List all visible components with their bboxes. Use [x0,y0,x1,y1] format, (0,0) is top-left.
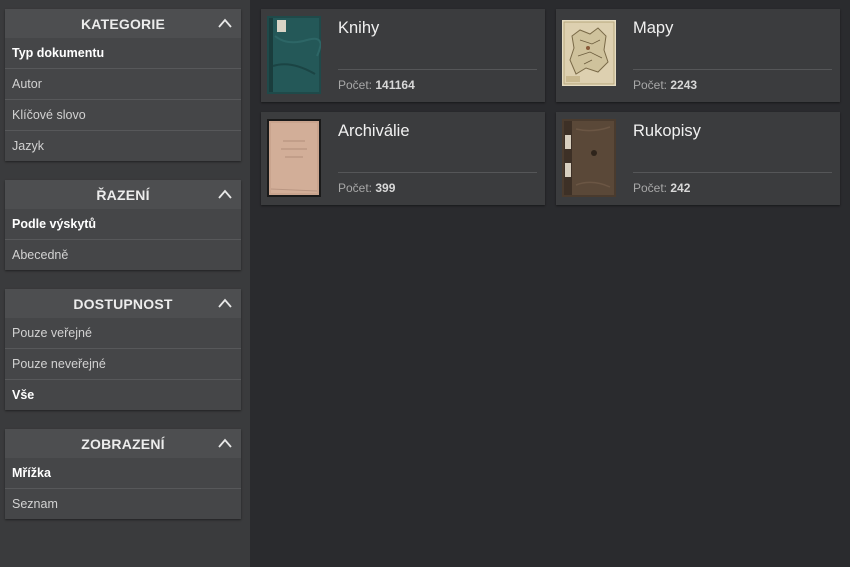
panel-dostupnost-title: DOSTUPNOST [73,295,173,312]
card-title: Mapy [633,19,674,37]
filter-item-typ-dokumentu[interactable]: Typ dokumentu [5,38,241,68]
card-knihy[interactable]: Knihy Počet: 141164 [261,9,545,102]
filter-item-klicove-slovo[interactable]: Klíčové slovo [5,99,241,130]
panel-razeni-title: ŘAZENÍ [96,186,150,203]
card-divider [338,172,537,173]
sort-item-podle-vyskytu[interactable]: Podle výskytů [5,209,241,239]
count-value: 399 [375,181,396,195]
card-title: Rukopisy [633,122,701,140]
count-value: 2243 [670,78,698,92]
view-item-seznam[interactable]: Seznam [5,488,241,519]
sort-item-abecedne[interactable]: Abecedně [5,239,241,270]
panel-razeni-header[interactable]: ŘAZENÍ [5,180,241,209]
book-cover-icon [267,16,321,94]
card-count: Počet: 399 [338,181,395,195]
count-label: Počet: [633,181,671,195]
chevron-up-icon[interactable] [218,297,232,309]
count-value: 242 [670,181,691,195]
count-label: Počet: [633,78,671,92]
card-title: Knihy [338,19,380,37]
access-item-vse[interactable]: Vše [5,379,241,410]
count-label: Počet: [338,181,376,195]
panel-zobrazeni: ZOBRAZENÍ Mřížka Seznam [5,429,241,519]
chevron-up-icon[interactable] [218,17,232,29]
card-divider [633,69,832,70]
panel-razeni: ŘAZENÍ Podle výskytů Abecedně [5,180,241,270]
card-count: Počet: 2243 [633,78,697,92]
chevron-up-icon[interactable] [218,437,232,449]
card-divider [633,172,832,173]
panel-kategorie: KATEGORIE Typ dokumentu Autor Klíčové sl… [5,9,241,161]
card-rukopisy[interactable]: Rukopisy Počet: 242 [556,112,840,205]
count-label: Počet: [338,78,376,92]
card-count: Počet: 242 [633,181,690,195]
filter-item-jazyk[interactable]: Jazyk [5,130,241,161]
access-item-pouze-verejne[interactable]: Pouze veřejné [5,318,241,348]
archive-document-icon [267,119,321,197]
panel-kategorie-header[interactable]: KATEGORIE [5,9,241,38]
card-archivalie[interactable]: Archiválie Počet: 399 [261,112,545,205]
access-item-pouze-neverejne[interactable]: Pouze neveřejné [5,348,241,379]
filter-item-autor[interactable]: Autor [5,68,241,99]
count-value: 141164 [375,78,415,92]
card-divider [338,69,537,70]
card-title: Archiválie [338,122,410,140]
chevron-up-icon[interactable] [218,188,232,200]
panel-zobrazeni-header[interactable]: ZOBRAZENÍ [5,429,241,458]
card-count: Počet: 141164 [338,78,415,92]
card-mapy[interactable]: Mapy Počet: 2243 [556,9,840,102]
manuscript-icon [562,119,616,197]
sidebar: KATEGORIE Typ dokumentu Autor Klíčové sl… [0,0,250,567]
panel-dostupnost-header[interactable]: DOSTUPNOST [5,289,241,318]
panel-zobrazeni-title: ZOBRAZENÍ [81,435,165,452]
view-item-mrizka[interactable]: Mřížka [5,458,241,488]
panel-dostupnost: DOSTUPNOST Pouze veřejné Pouze neveřejné… [5,289,241,410]
map-icon [562,20,616,86]
panel-kategorie-title: KATEGORIE [81,15,165,32]
